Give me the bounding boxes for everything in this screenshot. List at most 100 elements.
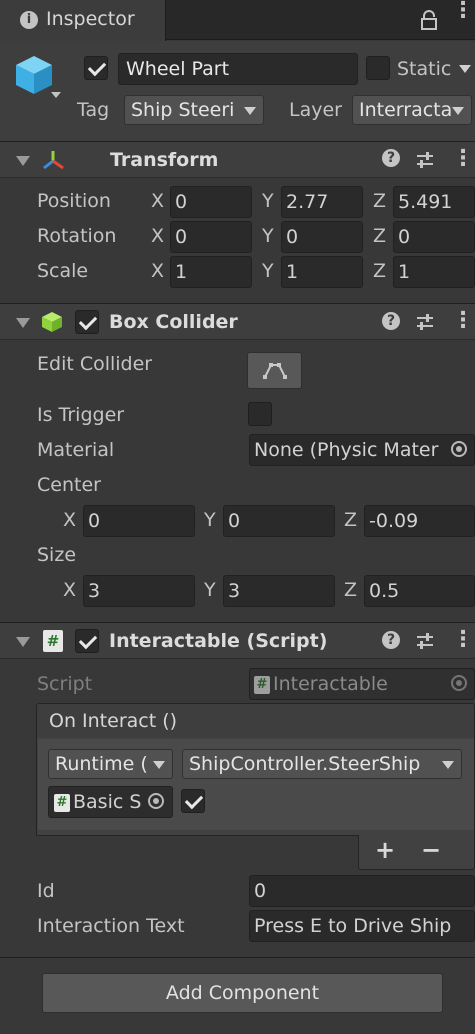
axis-z-label[interactable]: Z [373, 190, 386, 212]
center-y-field[interactable]: 0 [223, 505, 335, 537]
box-collider-title: Box Collider [109, 311, 238, 333]
runtime-dropdown[interactable]: Runtime ( [48, 749, 173, 779]
axis-x-label[interactable]: X [151, 190, 164, 212]
axis-x-label[interactable]: X [63, 579, 76, 601]
scale-label: Scale [37, 260, 89, 282]
component-menu-icon[interactable]: ⋮ [452, 146, 474, 171]
transform-header[interactable]: Transform ? ⋮ [0, 141, 475, 178]
icon-dropdown-arrow-icon[interactable] [51, 92, 61, 98]
layer-dropdown[interactable]: Interracta [352, 95, 472, 125]
script-field: # Interactable [249, 668, 475, 700]
chevron-down-icon [452, 107, 464, 115]
edit-bounds-icon [263, 363, 287, 379]
object-picker-icon[interactable] [451, 441, 467, 457]
axis-z-label[interactable]: Z [373, 225, 386, 247]
scale-x-field[interactable]: 1 [170, 256, 252, 288]
size-y-field[interactable]: 3 [223, 575, 335, 607]
inspector-tab[interactable]: i Inspector [0, 0, 166, 41]
interaction-text-label: Interaction Text [37, 915, 185, 937]
presets-icon[interactable] [415, 632, 435, 650]
axis-x-label[interactable]: X [151, 225, 164, 247]
axis-y-label[interactable]: Y [262, 190, 274, 212]
rotation-y-field[interactable]: 0 [281, 221, 363, 253]
axis-y-label[interactable]: Y [262, 225, 274, 247]
center-x-field[interactable]: 0 [83, 505, 195, 537]
lock-icon[interactable] [420, 10, 438, 30]
presets-icon[interactable] [415, 151, 435, 169]
layer-value: Interracta [359, 99, 453, 121]
box-collider-header[interactable]: Box Collider ? ⋮ [0, 303, 475, 340]
csharp-script-icon: # [54, 793, 70, 812]
bool-argument-checkbox[interactable] [181, 789, 205, 813]
axis-z-label[interactable]: Z [344, 579, 357, 601]
chevron-down-icon [153, 761, 165, 769]
rotation-x-field[interactable]: 0 [170, 221, 252, 253]
foldout-arrow-icon[interactable] [16, 318, 30, 328]
center-z-field[interactable]: -0.09 [364, 505, 475, 537]
component-menu-icon[interactable]: ⋮ [452, 627, 474, 652]
interactable-header[interactable]: # Interactable (Script) ? ⋮ [0, 622, 475, 659]
size-z-field[interactable]: 0.5 [364, 575, 475, 607]
axis-z-label[interactable]: Z [373, 260, 386, 282]
center-label: Center [37, 474, 101, 496]
gameobject-cube-icon[interactable] [14, 54, 54, 96]
rotation-z-field[interactable]: 0 [393, 221, 475, 253]
runtime-value: Runtime ( [55, 753, 148, 775]
edit-collider-label: Edit Collider [37, 353, 153, 375]
is-trigger-checkbox[interactable] [248, 402, 272, 426]
id-field[interactable]: 0 [249, 875, 475, 907]
static-label[interactable]: Static [397, 58, 451, 80]
component-menu-icon[interactable]: ⋮ [452, 308, 474, 333]
gameobject-name-field[interactable]: Wheel Part [118, 53, 358, 85]
script-label: Script [37, 673, 93, 695]
static-dropdown-arrow-icon[interactable] [459, 65, 471, 73]
csharp-script-icon: # [43, 630, 63, 652]
presets-icon[interactable] [415, 313, 435, 331]
info-icon: i [20, 11, 38, 29]
position-z-field[interactable]: 5.491 [393, 186, 475, 218]
material-field[interactable]: None (Physic Mater [249, 434, 475, 466]
help-icon[interactable]: ? [382, 312, 400, 330]
axis-y-label[interactable]: Y [204, 579, 216, 601]
size-x-field[interactable]: 3 [83, 575, 195, 607]
script-value: Interactable [273, 673, 388, 695]
object-picker-icon [451, 675, 467, 691]
gameobject-active-checkbox[interactable] [84, 56, 108, 80]
tag-dropdown[interactable]: Ship Steeri [124, 95, 264, 125]
edit-collider-button[interactable] [247, 352, 302, 389]
tab-title: Inspector [46, 8, 135, 30]
csharp-script-icon: # [254, 675, 270, 694]
axis-x-label[interactable]: X [151, 260, 164, 282]
scale-z-field[interactable]: 1 [393, 256, 475, 288]
chevron-down-icon [244, 107, 256, 115]
interaction-text-field[interactable]: Press E to Drive Ship [249, 910, 475, 942]
id-label: Id [37, 880, 55, 902]
add-component-label: Add Component [165, 982, 320, 1004]
scale-y-field[interactable]: 1 [281, 256, 363, 288]
position-y-field[interactable]: 2.77 [281, 186, 363, 218]
axis-y-label[interactable]: Y [204, 509, 216, 531]
chevron-down-icon [442, 761, 454, 769]
add-component-button[interactable]: Add Component [42, 973, 443, 1013]
foldout-arrow-icon[interactable] [16, 637, 30, 647]
position-x-field[interactable]: 0 [170, 186, 252, 218]
tag-value: Ship Steeri [131, 99, 235, 121]
add-event-button[interactable]: + [375, 836, 395, 864]
is-trigger-label: Is Trigger [37, 404, 125, 426]
static-checkbox[interactable] [366, 56, 390, 80]
event-title: On Interact () [49, 710, 178, 732]
axis-z-label[interactable]: Z [344, 509, 357, 531]
kebab-menu-icon[interactable]: ⋮ [452, 0, 474, 22]
box-collider-enabled-checkbox[interactable] [75, 310, 99, 334]
foldout-arrow-icon[interactable] [16, 156, 30, 166]
divider [0, 957, 475, 958]
object-picker-icon[interactable] [148, 793, 164, 809]
help-icon[interactable]: ? [382, 631, 400, 649]
function-dropdown[interactable]: ShipController.SteerShip [182, 749, 462, 779]
interactable-enabled-checkbox[interactable] [75, 629, 99, 653]
help-icon[interactable]: ? [382, 149, 400, 167]
function-value: ShipController.SteerShip [189, 753, 421, 775]
axis-y-label[interactable]: Y [262, 260, 274, 282]
remove-event-button[interactable]: − [421, 836, 441, 864]
axis-x-label[interactable]: X [63, 509, 76, 531]
